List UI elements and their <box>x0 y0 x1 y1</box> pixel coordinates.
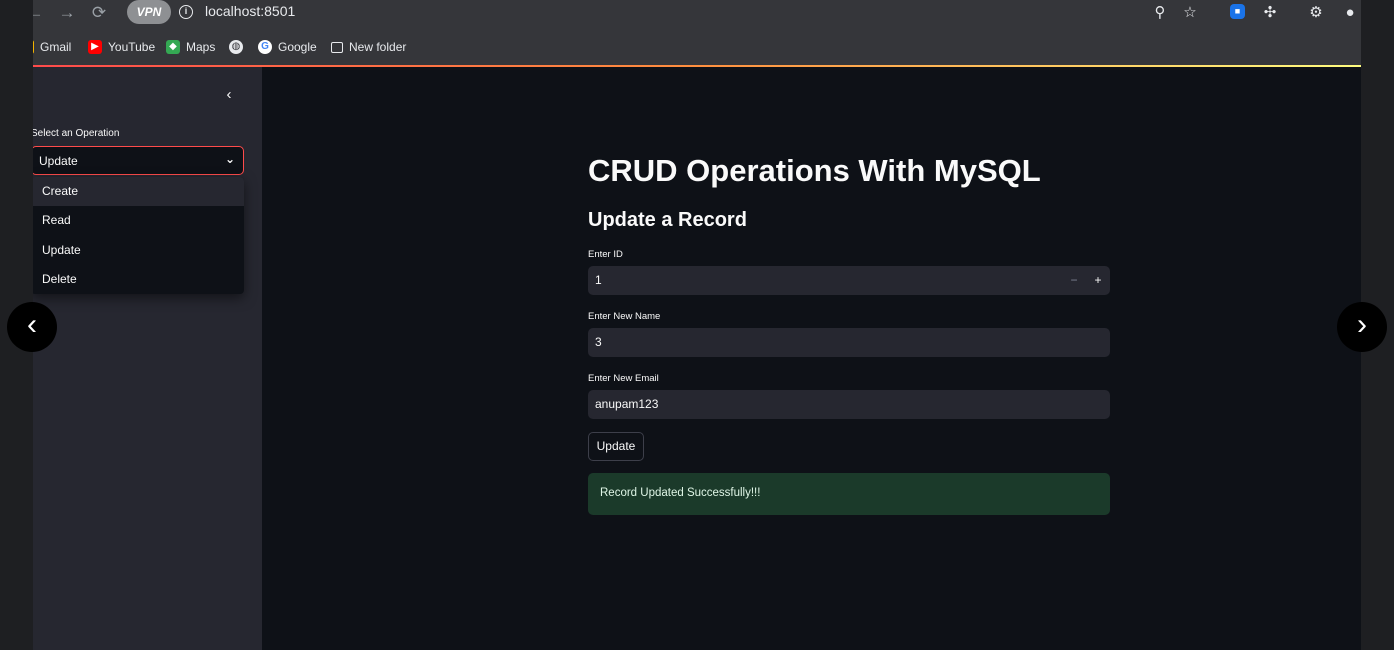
bookmark-globe[interactable]: ◍ <box>229 39 243 55</box>
forward-icon[interactable]: → <box>55 2 79 24</box>
section-title: Update a Record <box>588 209 747 231</box>
email-value: anupam123 <box>595 397 659 411</box>
vpn-badge[interactable]: VPN <box>127 0 171 24</box>
youtube-icon: ▶ <box>88 40 102 54</box>
select-label: Select an Operation <box>33 128 120 139</box>
option-create[interactable]: Create <box>33 177 244 206</box>
bookmark-youtube[interactable]: ▶ YouTube <box>88 39 155 55</box>
option-read[interactable]: Read <box>33 206 244 235</box>
globe-icon: ◍ <box>229 40 243 54</box>
collapse-sidebar-icon[interactable]: ‹ <box>219 85 239 105</box>
maps-icon: ◆ <box>166 40 180 54</box>
option-update[interactable]: Update <box>33 236 244 265</box>
page-title: CRUD Operations With MySQL <box>588 153 1041 188</box>
bookmark-label: New folder <box>349 40 407 54</box>
select-value: Update <box>39 154 78 168</box>
operation-select[interactable]: Update ⌄ <box>33 146 244 175</box>
profile-icon[interactable]: ● <box>1339 2 1361 24</box>
chevron-down-icon: ⌄ <box>224 152 235 166</box>
google-icon: G <box>258 40 272 54</box>
sync-icon[interactable]: ⚙ <box>1305 2 1327 24</box>
id-number-input[interactable]: 1 − + <box>588 266 1110 295</box>
folder-icon <box>331 41 343 53</box>
id-value: 1 <box>595 273 602 287</box>
bookmark-maps[interactable]: ◆ Maps <box>166 39 215 55</box>
bookmark-label: Maps <box>186 40 216 54</box>
gmail-icon <box>33 40 34 54</box>
zoom-icon[interactable]: ⚲ <box>1149 2 1171 24</box>
name-value: 3 <box>595 335 602 349</box>
bookmark-star-icon[interactable]: ☆ <box>1179 2 1201 24</box>
extensions-icon[interactable]: ✣ <box>1259 2 1281 24</box>
update-button[interactable]: Update <box>588 432 644 461</box>
previous-image-icon[interactable]: ‹ <box>7 302 57 352</box>
success-alert: Record Updated Successfully!!! <box>588 473 1110 515</box>
bookmark-google[interactable]: G Google <box>258 39 317 55</box>
bookmark-gmail[interactable]: Gmail <box>33 39 71 55</box>
address-bar[interactable]: localhost:8501 <box>205 3 295 19</box>
name-field-label: Enter New Name <box>588 311 661 322</box>
email-input[interactable]: anupam123 <box>588 390 1110 419</box>
id-field-label: Enter ID <box>588 249 623 260</box>
bookmark-label: Google <box>278 40 317 54</box>
operation-dropdown-menu: Create Read Update Delete <box>33 177 244 294</box>
sidebar: ‹ Select an Operation Update ⌄ Create Re… <box>33 67 262 650</box>
option-delete[interactable]: Delete <box>33 265 244 294</box>
next-image-icon[interactable]: › <box>1337 302 1387 352</box>
password-manager-icon[interactable]: ■ <box>1230 4 1245 19</box>
main-content: CRUD Operations With MySQL Update a Reco… <box>262 67 1361 650</box>
increment-button[interactable]: + <box>1086 266 1110 295</box>
site-info-icon[interactable]: i <box>179 5 193 19</box>
decrement-button[interactable]: − <box>1062 266 1086 295</box>
name-input[interactable]: 3 <box>588 328 1110 357</box>
email-field-label: Enter New Email <box>588 373 659 384</box>
success-message: Record Updated Successfully!!! <box>600 487 761 499</box>
browser-window: ← → ⟳ VPN i localhost:8501 ⚲ ☆ ■ ✣ ⚙ ● G… <box>33 0 1361 650</box>
back-icon[interactable]: ← <box>33 2 47 24</box>
browser-toolbar: ← → ⟳ VPN i localhost:8501 ⚲ ☆ ■ ✣ ⚙ ● <box>33 0 1361 28</box>
bookmark-label: Gmail <box>40 40 72 54</box>
bookmark-new-folder[interactable]: New folder <box>331 39 406 55</box>
bookmark-label: YouTube <box>108 40 156 54</box>
reload-icon[interactable]: ⟳ <box>87 2 111 24</box>
